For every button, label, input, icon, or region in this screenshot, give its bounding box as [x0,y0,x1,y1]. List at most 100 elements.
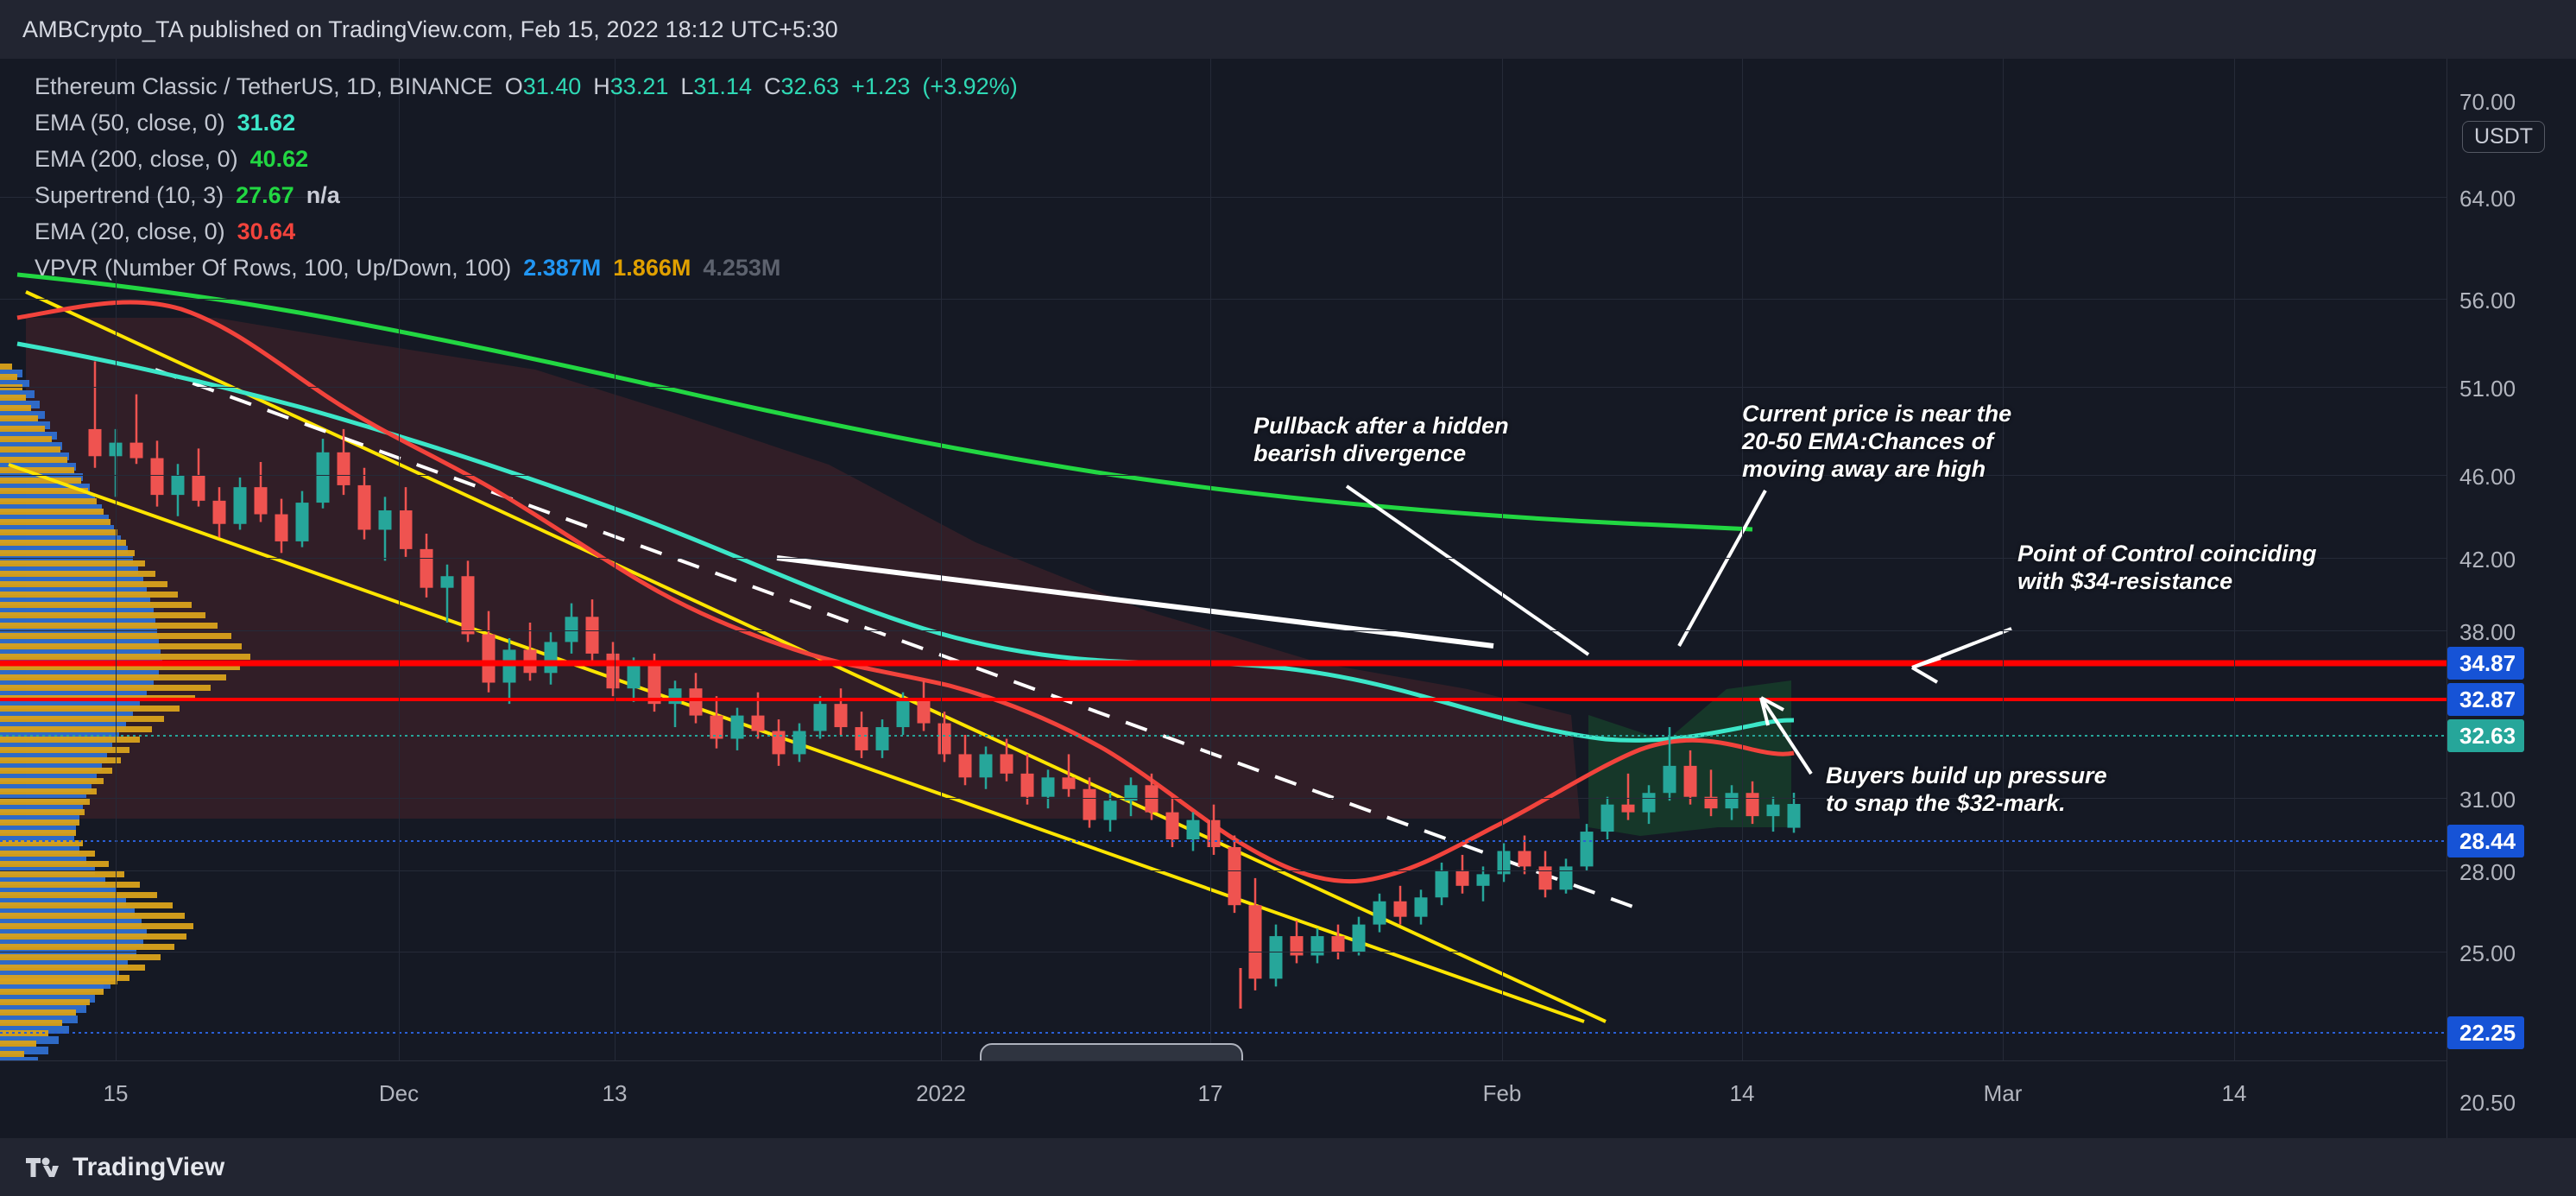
legend-symbol-row[interactable]: Ethereum Classic / TetherUS, 1D, BINANCE… [35,73,1018,110]
volume-profile-bar-down [0,989,104,995]
price-tag[interactable]: 32.87 [2447,683,2525,716]
volume-profile-bar-down [0,1009,76,1016]
legend-row-supertrend[interactable]: Supertrend (10, 3) 27.67 n/a [35,182,1018,218]
volume-profile-bar-down [0,954,161,960]
volume-profile-bar-down [0,706,180,712]
legend-value-vpvr-up: 2.387M [523,255,602,281]
legend-value-supertrend: 27.67 [236,182,294,208]
legend-value-ema50: 31.62 [237,110,296,136]
volume-profile-bar-down [0,581,167,587]
volume-profile-bar-down [0,685,211,691]
grid-line-vertical [1742,59,1743,1060]
volume-profile-bar-down [0,882,140,888]
volume-profile-bar-down [0,726,152,732]
candle-body [1248,905,1262,979]
time-tick: 14 [2221,1080,2247,1106]
volume-profile-bar-down [0,861,109,867]
candle-body [917,699,931,724]
volume-profile-bar-down [0,571,155,577]
candle-body [689,688,703,716]
volume-profile-bar-down [0,830,76,836]
candle-body [357,484,371,530]
price-axis[interactable]: USDT 70.00 64.00 56.00 51.00 46.00 42.00 38.00… [2447,59,2576,1138]
candle-body [813,704,827,731]
ohlc-open-label: O [504,73,523,99]
candle-body [627,665,641,689]
volume-profile-bar-down [0,457,67,463]
volume-profile-bar-down [0,902,173,908]
candle-body [316,452,330,503]
volume-profile-bar-down [0,446,60,452]
volume-profile-bar-down [0,799,90,805]
volume-profile-bar-down [0,540,126,546]
time-tick: 17 [1197,1080,1223,1106]
volume-profile-bar-down [0,819,79,826]
candle-body [1228,846,1241,906]
legend-label-supertrend: Supertrend (10, 3) [35,182,224,208]
candle-body [792,731,806,755]
legend-row-ema50[interactable]: EMA (50, close, 0) 31.62 [35,110,1018,146]
volume-profile-bar-down [0,374,17,380]
candle-body [1766,804,1780,817]
candle-body [938,723,951,755]
candle-body [440,576,454,588]
volume-profile-bar-down [0,913,185,919]
ohlc-close-value: 32.63 [780,73,840,99]
volume-profile-bar-down [0,498,97,504]
candle-body [129,442,143,459]
ohlc-low-label: L [680,73,694,99]
price-tag[interactable]: 28.44 [2447,825,2525,857]
volume-profile-bar-down [0,892,157,898]
candle-body [150,458,164,496]
ohlc-open-value: 31.40 [522,73,582,99]
price-tag[interactable]: 22.25 [2447,1016,2525,1049]
volume-profile-bar-down [0,612,205,618]
volume-profile-bar-down [0,550,135,556]
price-tick: 42.00 [2459,547,2516,573]
candle-body [1373,901,1386,925]
time-tick: Mar [1983,1080,2023,1106]
candle-body [420,548,433,588]
ohlc-change: +1.23 [851,73,911,99]
volume-profile-bar-down [0,944,174,950]
volume-profile-bar-down [0,1051,24,1057]
candle-body [1621,804,1635,813]
annotation-buyers-pressure: Buyers build up pressure to snap the $32… [1826,763,2107,816]
legend-row-ema200[interactable]: EMA (200, close, 0) 40.62 [35,146,1018,182]
ohlc-close-label: C [763,73,781,99]
candle-body [896,699,910,728]
candle-body [275,514,288,541]
candle-body [192,475,205,501]
legend-label-ema200: EMA (200, close, 0) [35,146,238,172]
legend-row-ema20[interactable]: EMA (20, close, 0) 30.64 [35,218,1018,255]
candle-body [1414,897,1428,917]
candle-body [544,642,558,674]
price-tag[interactable]: 32.63 [2447,719,2525,752]
legend-value-ema200: 40.62 [249,146,309,172]
tradingview-logo-text: TradingView [73,1152,225,1181]
callout-nine-month-low[interactable]: 9 Month low [980,1043,1243,1060]
ohlc-change-pct: (+3.92%) [922,73,1018,99]
candle-body [1269,936,1283,979]
volume-profile-bar-down [0,809,85,815]
time-tick: 13 [602,1080,628,1106]
grid-line-horizontal [0,630,2447,631]
currency-badge[interactable]: USDT [2462,121,2546,153]
candle-body [233,487,247,524]
volume-profile-bar-down [0,509,104,515]
volume-profile-bar-down [0,788,97,794]
candle-body [1352,924,1366,952]
candle-body [88,428,102,457]
volume-profile-bar-down [0,1041,36,1047]
price-tag[interactable]: 34.87 [2447,647,2525,680]
volume-profile-bar-down [0,1020,62,1026]
candle-body [1435,870,1449,898]
legend-row-vpvr[interactable]: VPVR (Number Of Rows, 100, Up/Down, 100)… [35,255,1018,291]
chart-plot-area[interactable]: Ethereum Classic / TetherUS, 1D, BINANCE… [0,59,2447,1060]
candle-body [1207,819,1221,847]
volume-profile-bar-down [0,560,145,566]
time-axis[interactable]: 15 Dec 13 2022 17 Feb 14 Mar 14 [0,1060,2447,1138]
price-tick: 46.00 [2459,464,2516,490]
candle-body [482,634,496,683]
volume-profile-bar-down [0,436,52,442]
